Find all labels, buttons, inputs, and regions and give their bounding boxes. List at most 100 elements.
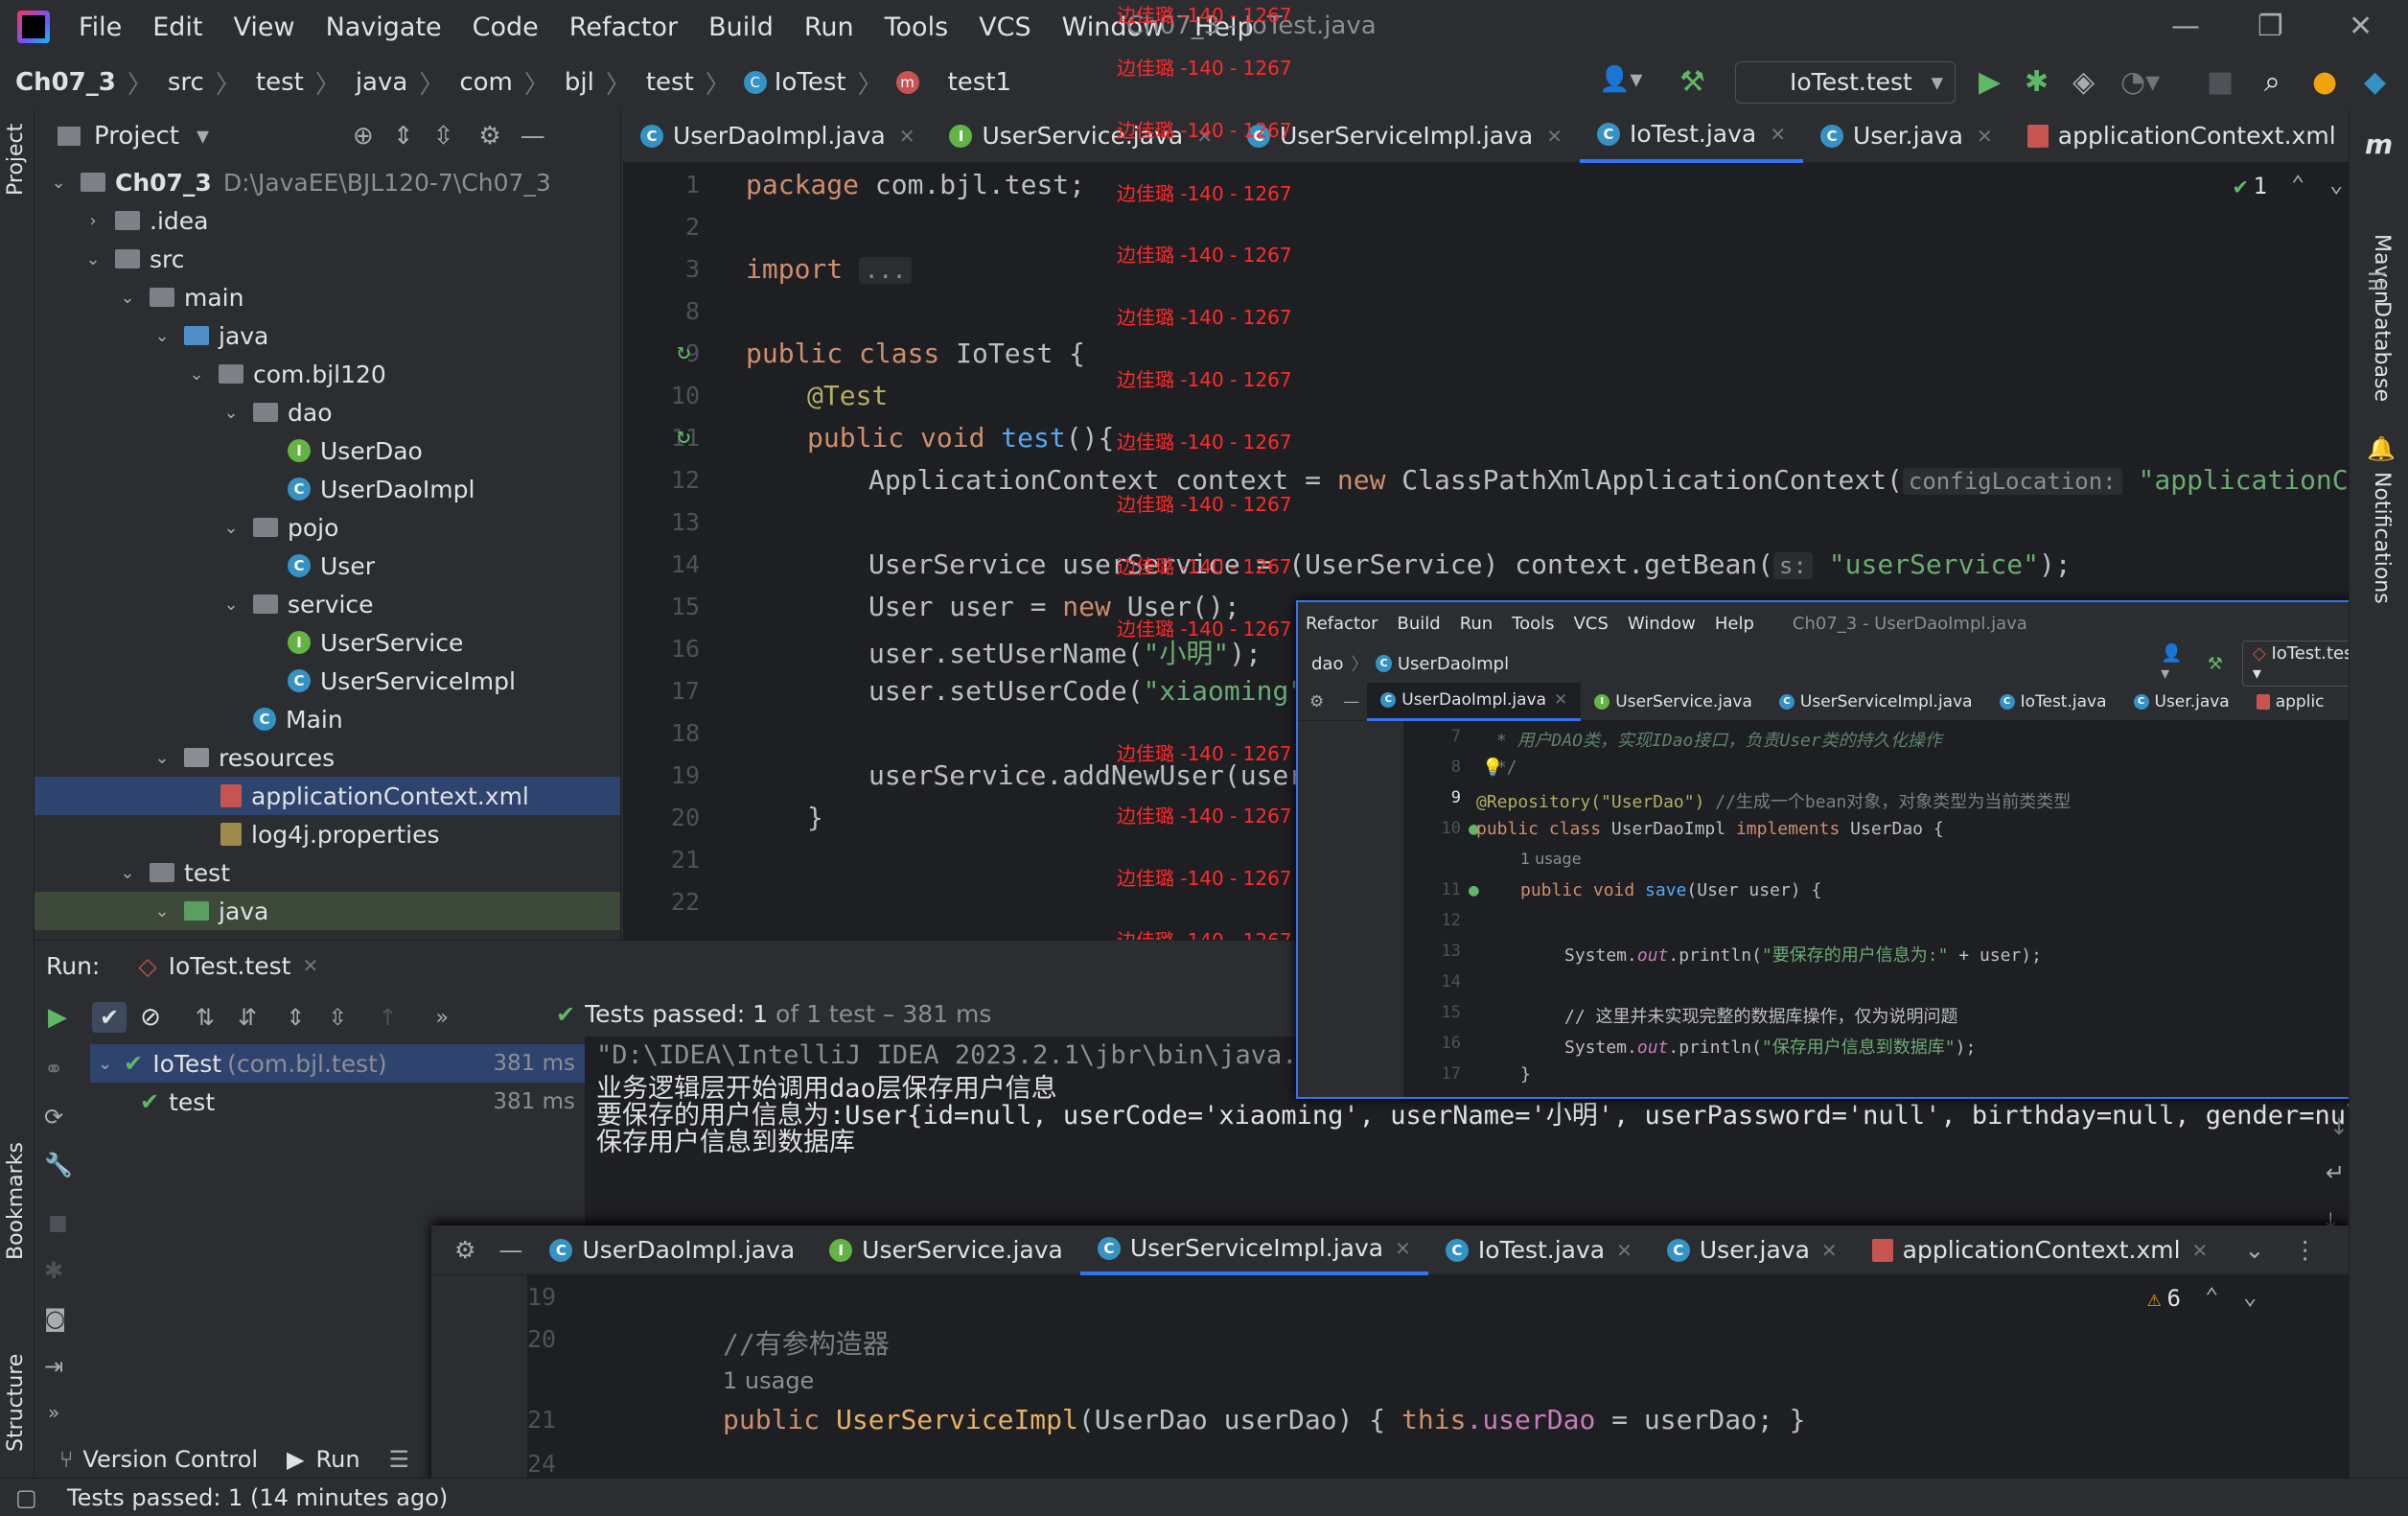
update-icon[interactable]: ●: [2312, 65, 2337, 99]
tree-item-userdao[interactable]: I UserDao: [35, 431, 620, 470]
tree-item-com-bjl120[interactable]: ⌄ com.bjl120: [35, 355, 620, 393]
tab-userservice[interactable]: I UserService.java: [1581, 683, 1766, 721]
tree-item-pojo[interactable]: ⌄ pojo: [35, 508, 620, 547]
menu-vcs[interactable]: VCS: [1574, 614, 1609, 634]
wrench-icon[interactable]: 🔧: [44, 1152, 73, 1178]
expand-all-icon[interactable]: ⇕: [393, 122, 414, 151]
tab-user[interactable]: C User.java: [2120, 683, 2243, 721]
debug-icon[interactable]: ✱: [44, 1257, 63, 1284]
breadcrumb-class[interactable]: UserDaoImpl: [1398, 654, 1509, 674]
close-window-icon[interactable]: ✕: [2349, 10, 2373, 43]
tab-applicationcontext[interactable]: applicationContext.xml ✕: [1855, 1225, 2226, 1275]
tab-userserviceimpl[interactable]: C UserServiceImpl.java: [1766, 683, 1986, 721]
close-tab-icon[interactable]: ✕: [1977, 125, 1993, 148]
restore-icon[interactable]: ❐: [2258, 10, 2283, 43]
debug-icon[interactable]: ✱: [2025, 65, 2049, 99]
menu-edit[interactable]: Edit: [152, 12, 202, 42]
breadcrumb-test[interactable]: test: [256, 68, 304, 97]
tool-window-database[interactable]: Database: [2370, 301, 2394, 402]
menu-build[interactable]: Build: [708, 12, 774, 42]
menu-tools[interactable]: Tools: [1512, 614, 1554, 634]
tool-window-version-control[interactable]: Version Control: [82, 1446, 258, 1473]
breadcrumb-src[interactable]: src: [168, 68, 204, 97]
arrow-up-icon[interactable]: ↑: [378, 1004, 397, 1031]
inspection-ok-icon[interactable]: ✔ 1: [2234, 173, 2267, 199]
menu-tools[interactable]: Tools: [885, 12, 949, 42]
tree-item-java[interactable]: ⌄ java: [35, 316, 620, 355]
search-icon[interactable]: ⌕: [2264, 65, 2281, 99]
tool-window-structure[interactable]: Structure: [4, 1354, 28, 1452]
coverage-icon[interactable]: ◈: [2072, 65, 2095, 99]
close-tab-icon[interactable]: ✕: [2192, 1239, 2209, 1262]
menu-run[interactable]: Run: [804, 12, 854, 42]
menu-file[interactable]: File: [79, 12, 122, 42]
expand-all-icon[interactable]: ⇕: [286, 1004, 305, 1031]
tree-item-log4j[interactable]: log4j.properties: [35, 815, 620, 853]
run-config-select[interactable]: IoTest.test ▾: [1735, 61, 1956, 104]
tree-item-userserviceimpl[interactable]: C UserServiceImpl: [35, 662, 620, 700]
test-row-test[interactable]: ✔ test 381 ms: [90, 1083, 585, 1121]
collapse-all-icon[interactable]: ⇳: [328, 1004, 347, 1031]
tree-item-main[interactable]: ⌄ main: [35, 278, 620, 316]
test-row-iotest[interactable]: ⌄ ✔ IoTest (com.bjl.test) 381 ms: [90, 1044, 585, 1083]
menu-vcs[interactable]: VCS: [979, 12, 1030, 42]
breadcrumb-method[interactable]: test1: [948, 68, 1011, 97]
collapse-all-icon[interactable]: ⇳: [433, 122, 454, 151]
close-tab-icon[interactable]: ✕: [1821, 1239, 1838, 1262]
chevron-down-icon[interactable]: ▾: [197, 122, 209, 151]
menu-navigate[interactable]: Navigate: [326, 12, 442, 42]
run-tab-iotest[interactable]: IoTest.test: [169, 952, 291, 980]
breadcrumb-project[interactable]: Ch07_3: [15, 68, 116, 97]
show-ignored-icon[interactable]: ⊘: [140, 1003, 161, 1032]
tab-iotest[interactable]: C IoTest.java: [1986, 683, 2120, 721]
breadcrumb-test-pkg[interactable]: test: [646, 68, 694, 97]
close-tab-icon[interactable]: ✕: [1395, 1237, 1411, 1260]
warning-icon[interactable]: ⚠ 6: [2147, 1285, 2181, 1312]
stop-icon[interactable]: ■: [2207, 65, 2234, 99]
tab-applicationcontext[interactable]: applic: [2243, 683, 2338, 721]
tab-user[interactable]: C User.java ✕: [1650, 1225, 1855, 1275]
menu-view[interactable]: View: [233, 12, 294, 42]
usage-hint[interactable]: 1 usage: [1520, 850, 1582, 868]
status-window-icon[interactable]: ▢: [15, 1484, 37, 1511]
gear-icon[interactable]: ⚙: [1298, 692, 1335, 711]
tab-user[interactable]: C User.java ✕: [1803, 109, 2010, 163]
chevron-up-icon[interactable]: ⌃: [2291, 171, 2304, 198]
run-test-gutter-icon[interactable]: ↻: [677, 422, 690, 449]
tree-item-src[interactable]: ⌄ src: [35, 240, 620, 278]
tree-item-applicationcontext[interactable]: applicationContext.xml: [35, 777, 620, 815]
breadcrumb-java[interactable]: java: [356, 68, 407, 97]
tree-item-service[interactable]: ⌄ service: [35, 585, 620, 623]
tab-applicationcontext[interactable]: applicationContext.xml ✕: [2010, 109, 2383, 163]
user-icon[interactable]: 👤▾: [1599, 65, 1642, 94]
project-panel-title[interactable]: Project: [94, 122, 179, 151]
hide-icon[interactable]: —: [1335, 692, 1367, 711]
more-icon[interactable]: »: [435, 1006, 448, 1030]
breadcrumb-dao[interactable]: dao: [1311, 654, 1343, 674]
tree-item-resources[interactable]: ⌄ resources: [35, 738, 620, 777]
gear-icon[interactable]: ⚙: [478, 122, 500, 151]
rerun-icon[interactable]: ▶: [48, 1003, 67, 1032]
profile-icon[interactable]: ◔▾: [2120, 65, 2160, 99]
minimize-icon[interactable]: —: [2171, 10, 2200, 43]
tab-iotest[interactable]: C IoTest.java ✕: [1428, 1225, 1650, 1275]
chevron-down-icon[interactable]: ⌄: [2244, 1236, 2264, 1264]
close-tab-icon[interactable]: ✕: [1554, 690, 1567, 710]
sort-duration-icon[interactable]: ⇵: [238, 1004, 257, 1031]
menu-help[interactable]: Help: [1715, 614, 1754, 634]
tab-userservice[interactable]: I UserService.java: [812, 1225, 1080, 1275]
tree-item-main-class[interactable]: C Main: [35, 700, 620, 738]
close-tab-icon[interactable]: ✕: [1770, 123, 1786, 146]
stop-icon[interactable]: ■: [48, 1211, 68, 1235]
chevron-down-icon[interactable]: ⌄: [2329, 171, 2343, 198]
restart-icon[interactable]: ⟳: [44, 1104, 63, 1131]
run-icon[interactable]: ▶: [1979, 65, 2001, 99]
tab-iotest[interactable]: C IoTest.java ✕: [1579, 108, 1803, 163]
show-passed-icon[interactable]: ✔: [92, 1002, 127, 1033]
breadcrumb-com[interactable]: com: [459, 68, 513, 97]
overlay-code-editor[interactable]: 7 8 9 10 11 12 13 14 15 16 17 💡 ● ● * 用户…: [1298, 721, 2406, 1097]
menu-run[interactable]: Run: [1460, 614, 1493, 634]
chevron-down-icon[interactable]: ⌄: [2243, 1283, 2257, 1310]
hide-icon[interactable]: —: [489, 1236, 532, 1264]
tab-userserviceimpl[interactable]: C UserServiceImpl.java ✕: [1079, 1225, 1428, 1275]
